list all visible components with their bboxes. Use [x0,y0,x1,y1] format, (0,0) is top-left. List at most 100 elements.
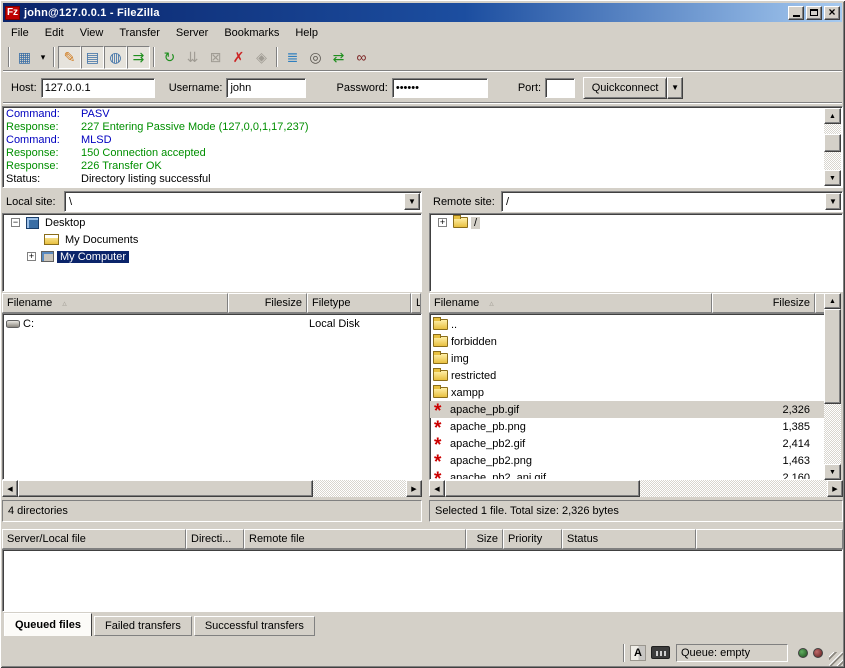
column-header-filename[interactable]: Filename ▵ [429,293,712,313]
port-input[interactable] [545,78,575,98]
message-log[interactable]: Command:PASV Response:227 Entering Passi… [2,106,843,188]
scrollbar-thumb[interactable] [824,309,841,404]
scroll-up-button[interactable]: ▲ [824,108,841,124]
remote-file-row[interactable]: apache_pb2_ani.gif 2,160 [430,469,824,480]
menu-file[interactable]: File [3,25,37,41]
directory-comparison-icon: ◎ [309,49,321,66]
scrollbar-thumb[interactable] [445,480,640,497]
expand-icon[interactable]: + [27,252,36,261]
remote-file-row[interactable]: forbidden [430,333,824,350]
remote-file-row[interactable]: restricted [430,367,824,384]
toggle-queue-button[interactable]: ⇉ [127,46,150,69]
tree-item-my-computer[interactable]: + My Computer [3,248,421,265]
cancel-button[interactable]: ⊠ [204,46,227,69]
process-queue-button[interactable]: ⇊ [181,46,204,69]
remote-file-row-selected[interactable]: apache_pb.gif 2,326 [430,401,824,418]
refresh-button[interactable]: ↻ [158,46,181,69]
log-text: MLSD [81,134,112,146]
tab-queued-files[interactable]: Queued files [4,613,92,636]
column-header-size[interactable]: Size [466,529,503,549]
close-button[interactable]: × [824,6,840,20]
column-header-server-local-file[interactable]: Server/Local file [2,529,186,549]
filter-button[interactable]: ≣ [281,46,304,69]
remote-file-row[interactable]: xampp [430,384,824,401]
remote-file-row[interactable]: img [430,350,824,367]
scroll-down-button[interactable]: ▼ [824,170,841,186]
transfer-queue-list[interactable] [2,549,843,612]
remote-list-hscrollbar[interactable]: ◀ ▶ [429,480,843,497]
column-header-remote-file[interactable]: Remote file [244,529,466,549]
username-input[interactable] [226,78,306,98]
site-manager-dropdown-button[interactable]: ▾ [36,46,50,69]
log-scrollbar[interactable]: ▲ ▼ [824,108,841,186]
resize-grip[interactable] [829,652,843,666]
quickconnect-dropdown-button[interactable]: ▼ [667,77,683,99]
directory-comparison-button[interactable]: ◎ [304,46,327,69]
column-header-filesize[interactable]: Filesize [228,293,307,313]
quickconnect-button[interactable]: Quickconnect [583,77,667,99]
scrollbar-thumb[interactable] [824,134,841,152]
column-header-last-modified[interactable]: L [411,293,421,313]
column-header-filetype[interactable]: Filetype [307,293,411,313]
refresh-icon: ↻ [164,49,176,66]
log-label: Response: [6,160,81,173]
menu-view[interactable]: View [72,25,112,41]
abort-button[interactable]: ◈ [250,46,273,69]
minimize-button[interactable] [788,6,804,20]
menu-server[interactable]: Server [168,25,216,41]
menu-edit[interactable]: Edit [37,25,72,41]
tree-item-desktop[interactable]: − Desktop [3,214,421,231]
column-header-filename[interactable]: Filename ▵ [2,293,228,313]
remote-file-row[interactable]: .. [430,316,824,333]
menu-transfer[interactable]: Transfer [111,25,168,41]
toggle-message-log-button[interactable]: ✎ [58,46,81,69]
scroll-up-button[interactable]: ▲ [824,293,841,309]
column-header-filesize[interactable]: Filesize [712,293,815,313]
menu-bookmarks[interactable]: Bookmarks [216,25,287,41]
queue-size-indicator: Queue: empty [676,644,788,662]
site-manager-button[interactable]: ▦ [13,46,36,69]
scroll-left-button[interactable]: ◀ [429,480,445,497]
tab-successful-transfers[interactable]: Successful transfers [194,616,315,636]
column-header-direction[interactable]: Directi... [186,529,244,549]
collapse-icon[interactable]: − [11,218,20,227]
menu-help[interactable]: Help [287,25,326,41]
close-icon: × [828,6,835,18]
remote-site-combobox[interactable]: / ▼ [501,191,843,212]
local-list-hscrollbar[interactable]: ◀ ▶ [2,480,422,497]
maximize-button[interactable] [806,6,822,20]
remote-file-row[interactable]: apache_pb2.png 1,463 [430,452,824,469]
host-input[interactable] [41,78,155,98]
chevron-down-icon[interactable]: ▼ [825,193,841,210]
scroll-left-button[interactable]: ◀ [2,480,18,497]
speed-limit-icon[interactable] [651,646,670,659]
synchronized-browsing-button[interactable]: ⇄ [327,46,350,69]
toggle-local-tree-button[interactable]: ▤ [81,46,104,69]
column-header-priority[interactable]: Priority [503,529,562,549]
queue-size-text: Queue: empty [681,647,750,659]
my-documents-icon [44,234,59,245]
title-bar[interactable]: Fz john@127.0.0.1 - FileZilla × [3,3,842,22]
local-site-value: \ [69,196,72,208]
scroll-right-button[interactable]: ▶ [406,480,422,497]
column-header-status[interactable]: Status [562,529,696,549]
local-file-row[interactable]: C: Local Disk [3,315,421,332]
scroll-right-button[interactable]: ▶ [827,480,843,497]
tree-item-my-documents[interactable]: My Documents [3,231,421,248]
expand-icon[interactable]: + [438,218,447,227]
tree-item-root[interactable]: + / [430,214,842,231]
chevron-down-icon[interactable]: ▼ [404,193,420,210]
remote-file-row[interactable]: apache_pb2.gif 2,414 [430,435,824,452]
toggle-remote-tree-button[interactable]: ◍ [104,46,127,69]
local-site-combobox[interactable]: \ ▼ [64,191,422,212]
scroll-down-button[interactable]: ▼ [824,464,841,480]
remote-file-row[interactable]: apache_pb.png 1,385 [430,418,824,435]
scrollbar-thumb[interactable] [18,480,313,497]
find-files-button[interactable]: ∞ [350,46,373,69]
password-input[interactable] [392,78,488,98]
tab-failed-transfers[interactable]: Failed transfers [94,616,192,636]
data-type-ascii-icon[interactable]: A [630,645,646,661]
message-log-text: Command:PASV Response:227 Entering Passi… [3,107,842,187]
remote-list-vscrollbar[interactable]: ▲ ▼ [824,293,841,480]
disconnect-button[interactable]: ✗ [227,46,250,69]
